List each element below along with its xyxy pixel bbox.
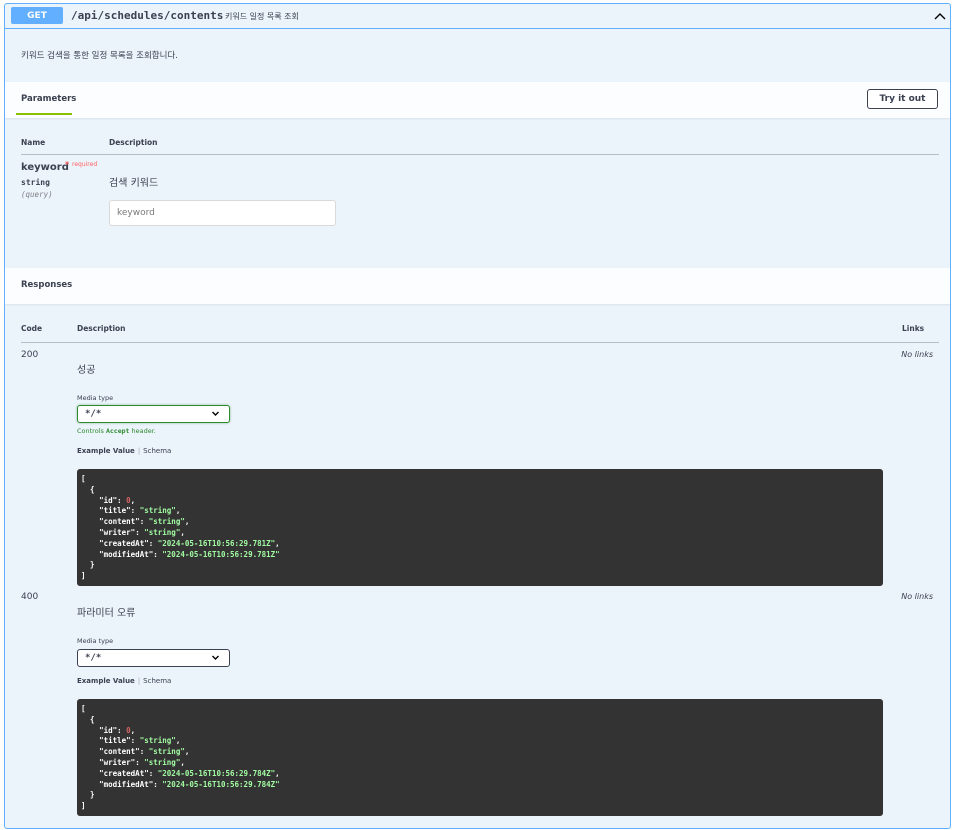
response-code: 200 xyxy=(21,350,39,360)
required-label: required xyxy=(72,161,98,168)
column-header-code: Code xyxy=(21,324,43,333)
media-type-label: Media type xyxy=(77,637,114,645)
tab-example-value[interactable]: Example Value xyxy=(77,447,135,455)
divider xyxy=(21,154,939,155)
operation-summary-text: 키워드 일정 목록 조회 xyxy=(225,12,299,21)
responses-header: Responses xyxy=(5,268,950,304)
response-links: No links xyxy=(901,350,933,359)
column-header-description: Description xyxy=(109,138,158,147)
parameters-header: Parameters Try it out xyxy=(5,82,950,118)
keyword-input[interactable] xyxy=(109,200,336,226)
tab-schema[interactable]: Schema xyxy=(143,447,171,455)
response-description: 성공 xyxy=(77,365,96,376)
response-description: 파라미터 오류 xyxy=(77,608,136,619)
example-code-block: [ { "id": 0, "title": "string", "content… xyxy=(77,469,883,586)
method-badge: GET xyxy=(11,7,63,24)
tab-active-indicator xyxy=(16,113,72,115)
divider xyxy=(21,342,939,343)
tab-schema[interactable]: Schema xyxy=(143,677,171,685)
media-type-label: Media type xyxy=(77,394,114,402)
media-type-value: */* xyxy=(85,409,102,419)
media-type-value: */* xyxy=(85,653,102,663)
try-it-out-button[interactable]: Try it out xyxy=(867,89,938,109)
operation-summary[interactable]: GET /api/schedules/contents 키워드 일정 목록 조회 xyxy=(5,4,950,29)
param-name: keyword xyxy=(21,162,69,173)
operation-block: GET /api/schedules/contents 키워드 일정 목록 조회… xyxy=(4,3,951,829)
chevron-up-icon[interactable] xyxy=(932,8,948,24)
operation-path: /api/schedules/contents xyxy=(71,9,224,22)
example-code-block: [ { "id": 0, "title": "string", "content… xyxy=(77,699,883,816)
column-header-description: Description xyxy=(77,324,126,333)
chevron-down-icon xyxy=(211,653,220,665)
param-description: 검색 키워드 xyxy=(109,178,159,189)
tab-parameters[interactable]: Parameters xyxy=(21,94,76,104)
param-location: (query) xyxy=(21,190,53,199)
media-type-select[interactable]: */* xyxy=(77,649,230,667)
tab-example-value[interactable]: Example Value xyxy=(77,677,135,685)
chevron-down-icon xyxy=(211,409,220,421)
example-tabs: Example Value | Schema xyxy=(77,447,172,455)
column-header-name: Name xyxy=(21,138,46,147)
response-code: 400 xyxy=(21,592,39,602)
media-type-select[interactable]: */* xyxy=(77,405,230,423)
param-type: string xyxy=(21,178,50,187)
operation-description: 키워드 검색을 통한 일정 목록을 조회합니다. xyxy=(21,51,178,61)
required-star: * xyxy=(65,160,70,169)
example-tabs: Example Value | Schema xyxy=(77,677,172,685)
controls-accept-note: Controls Accept header. xyxy=(77,427,156,435)
response-links: No links xyxy=(901,592,933,601)
responses-title: Responses xyxy=(21,280,73,290)
column-header-links: Links xyxy=(902,324,925,333)
